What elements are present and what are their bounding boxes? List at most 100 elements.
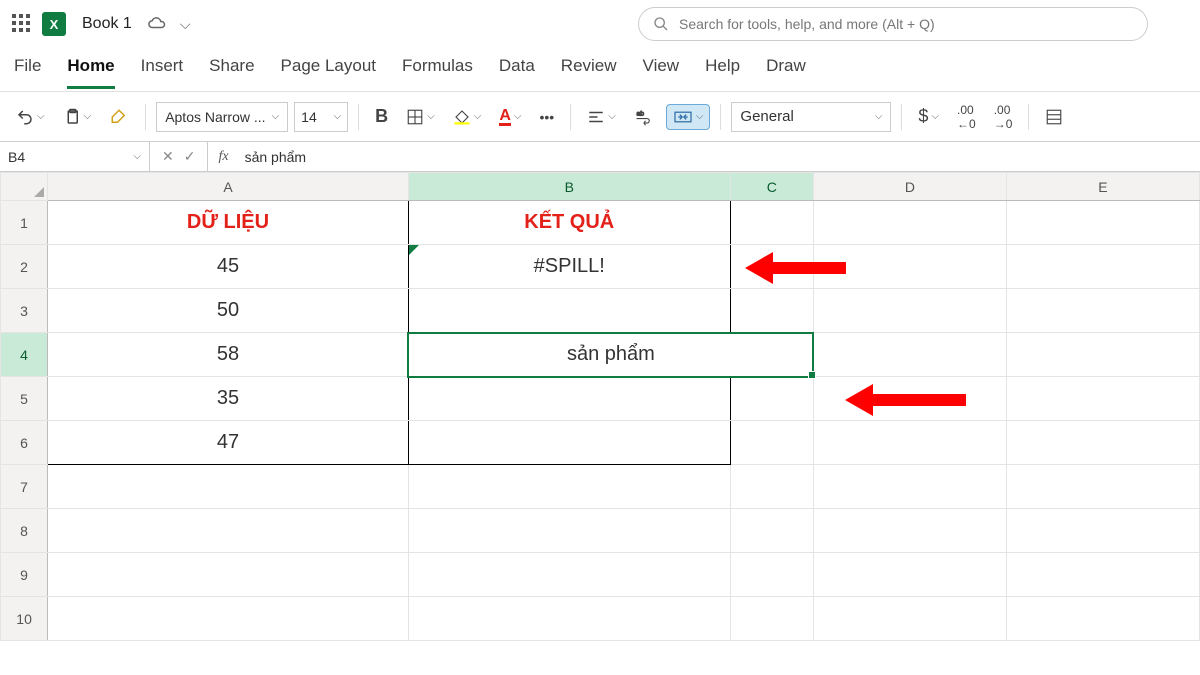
cell-d9[interactable] bbox=[813, 553, 1006, 597]
cell-d7[interactable] bbox=[813, 465, 1006, 509]
cell-a2[interactable]: 45 bbox=[48, 245, 409, 289]
bold-button[interactable]: B bbox=[369, 102, 394, 131]
row-header-4[interactable]: 4 bbox=[1, 333, 48, 377]
app-launcher-icon[interactable] bbox=[12, 14, 32, 34]
cell-a4[interactable]: 58 bbox=[48, 333, 409, 377]
document-title[interactable]: Book 1 bbox=[82, 15, 132, 33]
cell-c8[interactable] bbox=[730, 509, 813, 553]
cell-c7[interactable] bbox=[730, 465, 813, 509]
cell-d1[interactable] bbox=[813, 201, 1006, 245]
cell-c9[interactable] bbox=[730, 553, 813, 597]
cell-d5[interactable] bbox=[813, 377, 1006, 421]
cell-e10[interactable] bbox=[1006, 597, 1199, 641]
cell-d4[interactable] bbox=[813, 333, 1006, 377]
search-input[interactable]: Search for tools, help, and more (Alt + … bbox=[638, 7, 1148, 41]
align-left-button[interactable]: ⌵ bbox=[581, 104, 622, 130]
tab-file[interactable]: File bbox=[14, 56, 41, 86]
tab-share[interactable]: Share bbox=[209, 56, 254, 86]
tab-view[interactable]: View bbox=[643, 56, 680, 86]
row-header-1[interactable]: 1 bbox=[1, 201, 48, 245]
tab-home[interactable]: Home bbox=[67, 56, 114, 89]
conditional-format-button[interactable] bbox=[1039, 104, 1069, 130]
cell-b1[interactable]: KẾT QUẢ bbox=[408, 201, 730, 245]
cell-b4[interactable]: sản phẩm bbox=[408, 333, 813, 377]
formula-input[interactable]: sản phẩm bbox=[239, 149, 1200, 165]
paste-button[interactable]: ⌵ bbox=[57, 104, 98, 130]
cell-e4[interactable] bbox=[1006, 333, 1199, 377]
currency-button[interactable]: $⌵ bbox=[912, 102, 945, 131]
cell-b10[interactable] bbox=[408, 597, 730, 641]
cell-a10[interactable] bbox=[48, 597, 409, 641]
cell-c5[interactable] bbox=[730, 377, 813, 421]
tab-data[interactable]: Data bbox=[499, 56, 535, 86]
number-format-select[interactable]: General⌵ bbox=[731, 102, 891, 132]
increase-decimal-button[interactable]: .00←0 bbox=[951, 99, 982, 135]
font-color-button[interactable]: A⌵ bbox=[493, 103, 527, 130]
cell-c3[interactable] bbox=[730, 289, 813, 333]
row-header-7[interactable]: 7 bbox=[1, 465, 48, 509]
cell-c1[interactable] bbox=[730, 201, 813, 245]
wrap-text-button[interactable]: ab bbox=[628, 104, 660, 130]
cell-b2[interactable]: #SPILL! bbox=[408, 245, 730, 289]
row-header-6[interactable]: 6 bbox=[1, 421, 48, 465]
cell-e7[interactable] bbox=[1006, 465, 1199, 509]
col-header-e[interactable]: E bbox=[1006, 173, 1199, 201]
cell-a7[interactable] bbox=[48, 465, 409, 509]
col-header-b[interactable]: B bbox=[408, 173, 730, 201]
name-box[interactable]: B4⌵ bbox=[0, 142, 150, 171]
title-dropdown-icon[interactable]: ⌵ bbox=[180, 16, 191, 33]
cell-e9[interactable] bbox=[1006, 553, 1199, 597]
fill-color-button[interactable]: ⌵ bbox=[447, 105, 488, 129]
borders-button[interactable]: ⌵ bbox=[400, 104, 441, 130]
cell-c10[interactable] bbox=[730, 597, 813, 641]
col-header-a[interactable]: A bbox=[48, 173, 409, 201]
row-header-9[interactable]: 9 bbox=[1, 553, 48, 597]
cell-e5[interactable] bbox=[1006, 377, 1199, 421]
decrease-decimal-button[interactable]: .00→0 bbox=[988, 99, 1019, 135]
fx-icon[interactable]: fx bbox=[208, 149, 238, 165]
cell-b8[interactable] bbox=[408, 509, 730, 553]
cell-c6[interactable] bbox=[730, 421, 813, 465]
enter-formula-icon[interactable]: ✓ bbox=[184, 148, 196, 165]
cell-a9[interactable] bbox=[48, 553, 409, 597]
cell-d3[interactable] bbox=[813, 289, 1006, 333]
cloud-sync-icon[interactable] bbox=[148, 14, 166, 35]
tab-review[interactable]: Review bbox=[561, 56, 617, 86]
row-header-10[interactable]: 10 bbox=[1, 597, 48, 641]
row-header-3[interactable]: 3 bbox=[1, 289, 48, 333]
cell-d8[interactable] bbox=[813, 509, 1006, 553]
cell-a8[interactable] bbox=[48, 509, 409, 553]
cell-b6[interactable] bbox=[408, 421, 730, 465]
row-header-2[interactable]: 2 bbox=[1, 245, 48, 289]
col-header-c[interactable]: C bbox=[730, 173, 813, 201]
cell-a1[interactable]: DỮ LIỆU bbox=[48, 201, 409, 245]
format-painter-button[interactable] bbox=[103, 104, 135, 130]
cell-b7[interactable] bbox=[408, 465, 730, 509]
select-all-corner[interactable] bbox=[1, 173, 48, 201]
row-header-5[interactable]: 5 bbox=[1, 377, 48, 421]
tab-page-layout[interactable]: Page Layout bbox=[281, 56, 376, 86]
col-header-d[interactable]: D bbox=[813, 173, 1006, 201]
tab-insert[interactable]: Insert bbox=[141, 56, 184, 86]
merge-center-button[interactable]: ⌵ bbox=[666, 104, 711, 130]
more-font-icon[interactable]: ••• bbox=[534, 105, 561, 129]
tab-draw[interactable]: Draw bbox=[766, 56, 806, 86]
spreadsheet-grid[interactable]: A B C D E 1 DỮ LIỆU KẾT QUẢ 2 45 #SPILL!… bbox=[0, 172, 1200, 641]
tab-help[interactable]: Help bbox=[705, 56, 740, 86]
cell-b5[interactable] bbox=[408, 377, 730, 421]
cell-e1[interactable] bbox=[1006, 201, 1199, 245]
font-name-select[interactable]: Aptos Narrow ...⌵ bbox=[156, 102, 288, 132]
cell-a5[interactable]: 35 bbox=[48, 377, 409, 421]
cell-d10[interactable] bbox=[813, 597, 1006, 641]
cell-b3[interactable] bbox=[408, 289, 730, 333]
cell-e6[interactable] bbox=[1006, 421, 1199, 465]
cell-d6[interactable] bbox=[813, 421, 1006, 465]
cancel-formula-icon[interactable]: ✕ bbox=[162, 148, 174, 165]
row-header-8[interactable]: 8 bbox=[1, 509, 48, 553]
cell-e8[interactable] bbox=[1006, 509, 1199, 553]
cell-c2[interactable] bbox=[730, 245, 813, 289]
tab-formulas[interactable]: Formulas bbox=[402, 56, 473, 86]
cell-b9[interactable] bbox=[408, 553, 730, 597]
font-size-select[interactable]: 14⌵ bbox=[294, 102, 348, 132]
cell-e2[interactable] bbox=[1006, 245, 1199, 289]
